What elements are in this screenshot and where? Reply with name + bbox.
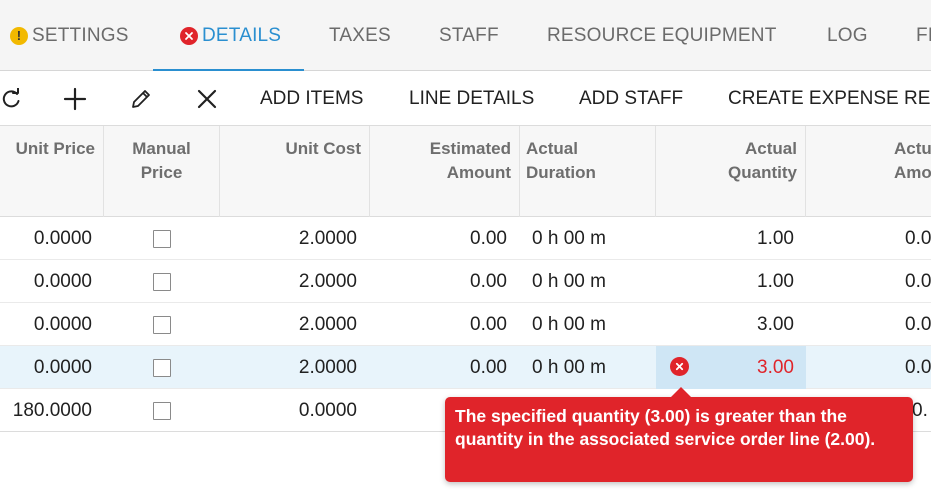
cell-actual-amount[interactable]: 0.0: [905, 346, 931, 389]
tab-taxes[interactable]: TAXES: [329, 0, 391, 71]
cell-actual-quantity-error[interactable]: 3.00: [656, 346, 806, 389]
refresh-icon: [0, 87, 22, 110]
table-row[interactable]: 0.0000 2.0000 0.00 0 h 00 m 1.00 0.0: [0, 217, 931, 260]
table-row[interactable]: 0.0000 2.0000 0.00 0 h 00 m 1.00 0.0: [0, 260, 931, 303]
tab-details[interactable]: DETAILS: [152, 0, 305, 72]
cell-unit-price[interactable]: 0.0000: [0, 260, 92, 303]
tab-label: LOG: [827, 24, 868, 46]
cell-estimated-amount[interactable]: 0.00: [370, 346, 507, 389]
cell-unit-price[interactable]: 0.0000: [0, 346, 92, 389]
col-label: Price: [140, 163, 183, 182]
tab-bar: ! SETTINGS DETAILS TAXES STAFF RESOURCE …: [0, 0, 931, 72]
cell-unit-price[interactable]: 0.0000: [0, 303, 92, 346]
manual-price-checkbox[interactable]: [153, 272, 171, 291]
cell-unit-cost[interactable]: 2.0000: [220, 260, 357, 303]
line-details-button[interactable]: LINE DETAILS: [409, 71, 534, 126]
cell-actual-amount[interactable]: 0.: [912, 389, 931, 432]
cell-unit-price[interactable]: 180.0000: [0, 389, 92, 432]
cell-unit-price[interactable]: 0.0000: [0, 217, 92, 260]
error-icon: [180, 26, 198, 45]
cell-estimated-amount[interactable]: 0.00: [370, 303, 507, 346]
col-estimated-amount[interactable]: Estimated Amount: [370, 126, 520, 217]
tab-label: FI: [916, 24, 931, 46]
add-items-label: ADD ITEMS: [260, 87, 364, 109]
cell-actual-amount[interactable]: 0.0: [905, 260, 931, 303]
line-details-label: LINE DETAILS: [409, 87, 535, 109]
refresh-button[interactable]: [0, 71, 22, 126]
tab-settings[interactable]: ! SETTINGS: [10, 0, 129, 71]
col-label: Actual: [745, 139, 797, 158]
col-label: Estimated: [429, 139, 511, 158]
tab-more[interactable]: FI: [916, 0, 931, 71]
cell-unit-cost[interactable]: 2.0000: [220, 346, 357, 389]
tab-label: DETAILS: [202, 24, 282, 46]
col-label: Amount: [446, 163, 511, 182]
grid-header: Unit Price Manual Price Unit Cost Estima…: [0, 126, 931, 217]
tab-log[interactable]: LOG: [827, 0, 868, 71]
col-unit-price[interactable]: Unit Price: [0, 126, 104, 217]
col-label: Manual: [132, 139, 191, 158]
col-actual-quantity[interactable]: Actual Quantity: [656, 126, 806, 217]
col-label: Actual: [526, 139, 578, 158]
create-expense-label: CREATE EXPENSE RE: [728, 87, 931, 109]
create-expense-button[interactable]: CREATE EXPENSE RE: [728, 71, 930, 126]
cell-manual-price[interactable]: [104, 389, 220, 432]
manual-price-checkbox[interactable]: [153, 401, 171, 420]
close-icon: [197, 89, 217, 109]
cell-manual-price[interactable]: [104, 303, 220, 346]
tab-label: SETTINGS: [32, 24, 129, 46]
tab-staff[interactable]: STAFF: [439, 0, 499, 71]
add-items-button[interactable]: ADD ITEMS: [260, 71, 363, 126]
col-manual-price[interactable]: Manual Price: [104, 126, 220, 217]
col-label: Amou: [894, 163, 931, 182]
col-actual-duration[interactable]: Actual Duration: [520, 126, 656, 217]
manual-price-checkbox[interactable]: [153, 358, 171, 377]
cell-actual-duration[interactable]: 0 h 00 m: [532, 346, 656, 389]
cell-estimated-amount[interactable]: 0.00: [370, 260, 507, 303]
cell-unit-cost[interactable]: 2.0000: [220, 217, 357, 260]
cell-manual-price[interactable]: [104, 260, 220, 303]
cell-actual-duration[interactable]: 0 h 00 m: [532, 260, 656, 303]
toolbar: ADD ITEMS LINE DETAILS ADD STAFF CREATE …: [0, 71, 931, 126]
warning-icon: !: [10, 26, 28, 45]
error-tooltip: The specified quantity (3.00) is greater…: [445, 387, 913, 482]
col-actual-amount[interactable]: Actu Amou: [806, 126, 931, 217]
tab-label: TAXES: [329, 24, 391, 46]
tab-label: RESOURCE EQUIPMENT: [547, 24, 777, 46]
cell-actual-amount[interactable]: 0.0: [905, 217, 931, 260]
cell-actual-amount[interactable]: 0.0: [905, 303, 931, 346]
edit-button[interactable]: [128, 71, 154, 126]
col-label: Duration: [526, 163, 596, 182]
col-label: Quantity: [728, 163, 797, 182]
cell-actual-quantity[interactable]: 3.00: [656, 303, 794, 346]
tab-label: STAFF: [439, 24, 499, 46]
cell-actual-quantity[interactable]: 1.00: [656, 260, 794, 303]
cell-unit-cost[interactable]: 2.0000: [220, 303, 357, 346]
actual-quantity-value: 3.00: [757, 356, 794, 378]
add-button[interactable]: [62, 71, 88, 126]
tab-resource-equipment[interactable]: RESOURCE EQUIPMENT: [547, 0, 777, 71]
col-unit-cost[interactable]: Unit Cost: [220, 126, 370, 217]
manual-price-checkbox[interactable]: [153, 315, 171, 334]
cell-manual-price[interactable]: [104, 217, 220, 260]
plus-icon: [63, 87, 87, 111]
col-label: Actu: [894, 139, 931, 158]
pencil-icon: [130, 88, 152, 110]
table-row-selected[interactable]: 0.0000 2.0000 0.00 0 h 00 m 3.00 0.0: [0, 346, 931, 389]
table-row[interactable]: 0.0000 2.0000 0.00 0 h 00 m 3.00 0.0: [0, 303, 931, 346]
error-icon: [670, 357, 689, 376]
cell-manual-price[interactable]: [104, 346, 220, 389]
manual-price-checkbox[interactable]: [153, 229, 171, 248]
col-label: Unit Cost: [285, 139, 361, 158]
add-staff-button[interactable]: ADD STAFF: [579, 71, 683, 126]
cell-actual-duration[interactable]: 0 h 00 m: [532, 303, 656, 346]
cell-actual-duration[interactable]: 0 h 00 m: [532, 217, 656, 260]
cell-unit-cost[interactable]: 0.0000: [220, 389, 357, 432]
delete-button[interactable]: [195, 71, 219, 126]
cell-estimated-amount[interactable]: 0.00: [370, 217, 507, 260]
col-label: Unit Price: [15, 139, 95, 158]
add-staff-label: ADD STAFF: [579, 87, 684, 109]
cell-actual-quantity[interactable]: 1.00: [656, 217, 794, 260]
